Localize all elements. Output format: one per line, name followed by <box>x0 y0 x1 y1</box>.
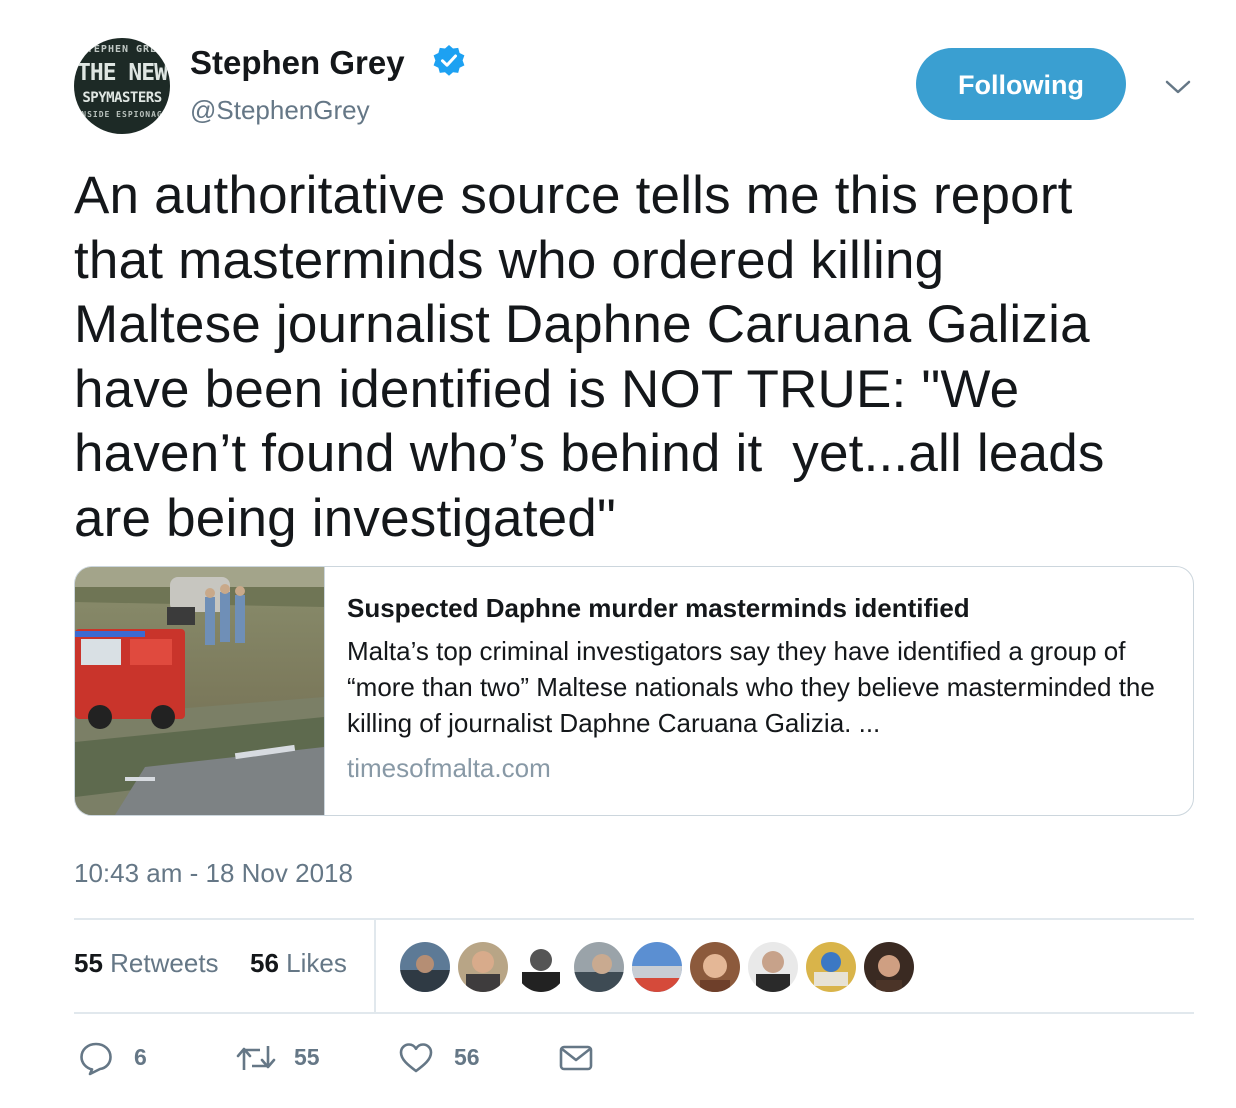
liker-avatar[interactable] <box>862 940 916 994</box>
verified-badge-icon <box>433 45 465 76</box>
stats-divider <box>374 920 376 1012</box>
divider <box>74 1012 1194 1014</box>
card-title: Suspected Daphne murder masterminds iden… <box>347 593 970 623</box>
link-card[interactable]: Suspected Daphne murder masterminds iden… <box>74 566 1194 816</box>
liker-avatar[interactable] <box>688 940 742 994</box>
card-domain: timesofmalta.com <box>347 753 551 783</box>
author-avatar[interactable]: STEPHEN GREY THE NEW SPYMASTERS INSIDE E… <box>74 38 170 134</box>
liker-avatar[interactable] <box>456 940 510 994</box>
likes-stat[interactable]: 56 Likes <box>250 948 347 979</box>
liker-avatar[interactable] <box>398 940 452 994</box>
card-thumbnail-image <box>75 567 325 815</box>
card-description: Malta’s top criminal investigators say t… <box>347 636 1155 738</box>
liker-avatar[interactable] <box>572 940 626 994</box>
retweets-stat[interactable]: 55 Retweets <box>74 948 219 979</box>
avatar-line-4: INSIDE ESPIONAGE <box>75 110 169 119</box>
retweet-icon <box>236 1046 276 1070</box>
chevron-down-icon[interactable] <box>1164 76 1192 98</box>
likes-count: 56 <box>250 948 279 978</box>
author-handle[interactable]: @StephenGrey <box>190 95 370 126</box>
divider <box>74 918 1194 920</box>
avatar-line-2: THE NEW <box>77 60 168 86</box>
avatar-line-1: STEPHEN GREY <box>79 44 165 55</box>
envelope-icon <box>559 1045 593 1071</box>
reply-icon <box>80 1042 112 1076</box>
liker-avatar[interactable] <box>630 940 684 994</box>
retweets-count: 55 <box>74 948 103 978</box>
following-button[interactable]: Following <box>916 48 1126 120</box>
author-name[interactable]: Stephen Grey <box>190 44 405 82</box>
tweet-timestamp[interactable]: 10:43 am - 18 Nov 2018 <box>74 858 353 889</box>
like-count: 56 <box>454 1044 480 1070</box>
liker-avatar[interactable] <box>804 940 858 994</box>
avatar-line-3: SPYMASTERS <box>82 90 162 106</box>
heart-icon <box>399 1043 433 1073</box>
reply-count: 6 <box>134 1044 147 1070</box>
retweet-count: 55 <box>294 1044 320 1070</box>
likes-label: Likes <box>286 948 347 978</box>
liker-avatar[interactable] <box>514 940 568 994</box>
retweets-label: Retweets <box>110 948 219 978</box>
liker-avatar[interactable] <box>746 940 800 994</box>
tweet-text: An authoritative source tells me this re… <box>74 166 1105 548</box>
